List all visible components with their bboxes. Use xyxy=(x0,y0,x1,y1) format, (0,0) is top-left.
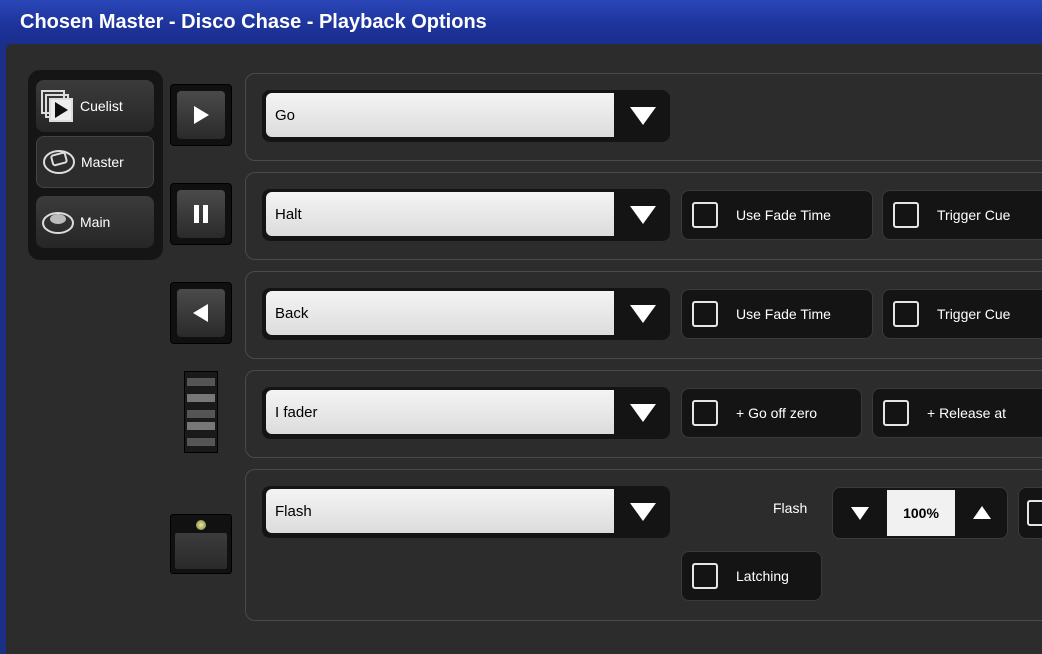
chevron-down-icon[interactable] xyxy=(622,397,664,429)
master-icon xyxy=(37,142,81,182)
checkbox xyxy=(1027,500,1042,526)
flash-dropdown[interactable]: Flash xyxy=(262,486,670,538)
halt-trigger-cue-label: Trigger Cue xyxy=(937,207,1011,223)
latching-toggle[interactable]: Latching xyxy=(681,551,822,601)
go-dropdown-value: Go xyxy=(266,93,614,137)
fader-dropdown[interactable]: I fader xyxy=(262,387,670,439)
decrease-icon[interactable] xyxy=(835,490,885,536)
pause-icon xyxy=(177,190,225,238)
main-icon xyxy=(36,202,80,242)
increase-icon[interactable] xyxy=(957,490,1007,536)
flash-dropdown-value: Flash xyxy=(266,489,614,533)
cuelist-icon xyxy=(36,86,80,126)
halt-dropdown[interactable]: Halt xyxy=(262,189,670,241)
release-at-toggle[interactable]: + Release at xyxy=(872,388,1042,438)
tab-cuelist-label: Cuelist xyxy=(80,98,123,114)
tab-cuelist[interactable]: Cuelist xyxy=(36,80,154,132)
halt-dropdown-value: Halt xyxy=(266,192,614,236)
fader-icon[interactable] xyxy=(184,371,218,453)
back-dropdown-value: Back xyxy=(266,291,614,335)
back-icon xyxy=(177,289,225,337)
fader-dropdown-value: I fader xyxy=(266,390,614,434)
tab-strip: Cuelist Master Main xyxy=(28,70,163,260)
checkbox xyxy=(692,301,718,327)
halt-use-fade-time-label: Use Fade Time xyxy=(736,207,831,223)
go-off-zero-toggle[interactable]: + Go off zero xyxy=(681,388,862,438)
chevron-down-icon[interactable] xyxy=(622,199,664,231)
checkbox xyxy=(692,202,718,228)
back-trigger-cue-label: Trigger Cue xyxy=(937,306,1011,322)
latching-label: Latching xyxy=(736,568,789,584)
back-trigger-cue-toggle[interactable]: Trigger Cue xyxy=(882,289,1042,339)
release-at-label: + Release at xyxy=(927,405,1006,421)
go-off-zero-label: + Go off zero xyxy=(736,405,818,421)
chevron-down-icon[interactable] xyxy=(622,496,664,528)
back-use-fade-time-label: Use Fade Time xyxy=(736,306,831,322)
halt-use-fade-time-toggle[interactable]: Use Fade Time xyxy=(681,190,873,240)
go-dropdown[interactable]: Go xyxy=(262,90,670,142)
checkbox xyxy=(893,202,919,228)
checkbox xyxy=(893,301,919,327)
back-dropdown[interactable]: Back xyxy=(262,288,670,340)
flash-level-label: Flash xyxy=(773,500,808,516)
tab-master[interactable]: Master xyxy=(36,136,154,188)
checkbox xyxy=(883,400,909,426)
halt-trigger-cue-toggle[interactable]: Trigger Cue xyxy=(882,190,1042,240)
back-button[interactable] xyxy=(170,282,232,344)
tab-master-label: Master xyxy=(81,154,124,170)
tab-main[interactable]: Main xyxy=(36,196,154,248)
play-icon xyxy=(177,91,225,139)
flash-button-icon[interactable] xyxy=(170,514,232,574)
tab-main-label: Main xyxy=(80,214,111,230)
halt-button[interactable] xyxy=(170,183,232,245)
chevron-down-icon[interactable] xyxy=(622,100,664,132)
chevron-down-icon[interactable] xyxy=(622,298,664,330)
led-indicator xyxy=(196,520,206,530)
checkbox xyxy=(692,563,718,589)
flash-level-value: 100% xyxy=(887,490,955,536)
checkbox xyxy=(692,400,718,426)
back-use-fade-time-toggle[interactable]: Use Fade Time xyxy=(681,289,873,339)
flash-level-stepper[interactable]: 100% xyxy=(832,487,1008,539)
window-title: Chosen Master - Disco Chase - Playback O… xyxy=(0,0,1042,44)
go-button[interactable] xyxy=(170,84,232,146)
flash-extra-toggle[interactable] xyxy=(1018,487,1042,539)
